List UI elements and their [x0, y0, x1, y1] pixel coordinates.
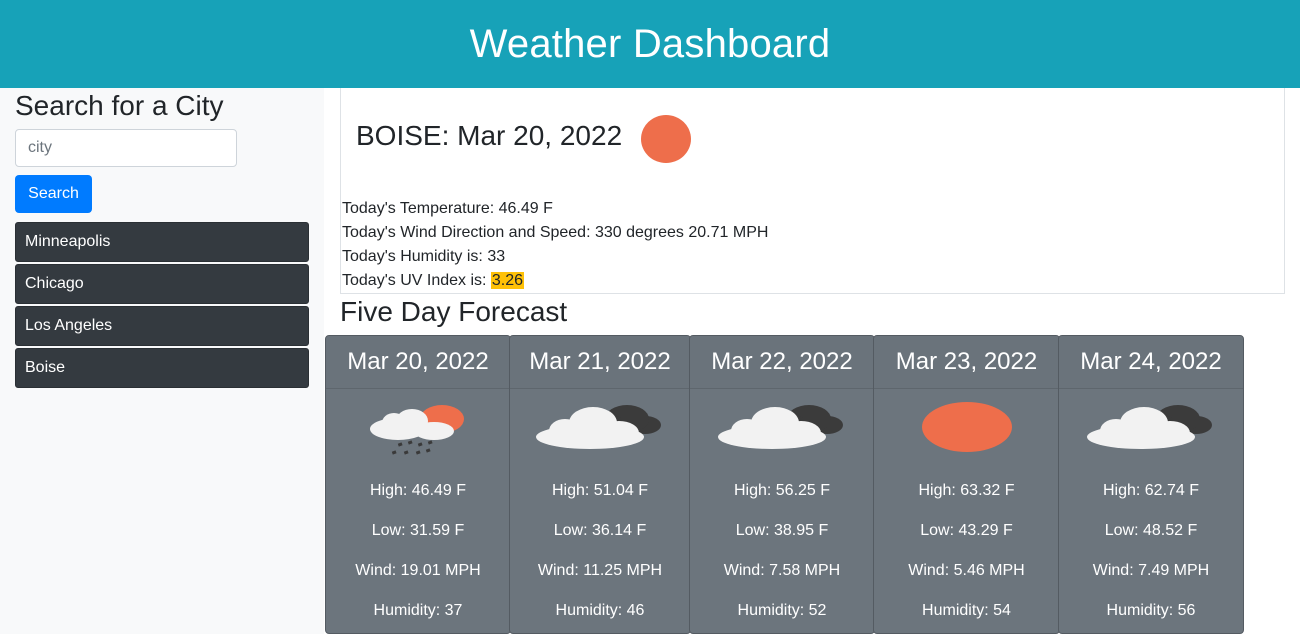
- current-city-title: BOISE: Mar 20, 2022: [356, 120, 623, 151]
- sidebar: Search for a City Search Minneapolis Chi…: [0, 88, 324, 634]
- forecast-wind: Wind: 11.25 MPH: [537, 562, 663, 579]
- current-temperature: Today's Temperature: 46.49 F: [342, 200, 553, 217]
- page-title: Weather Dashboard: [469, 21, 831, 66]
- forecast-low: Low: 36.14 F: [553, 522, 647, 539]
- uv-index-badge: 3.26: [490, 272, 525, 289]
- forecast-card: Mar 20, 2022 High: 46.49 F Low: 31.59 F …: [325, 335, 511, 634]
- forecast-humidity: Humidity: 52: [737, 602, 827, 619]
- forecast-low: Low: 38.95 F: [735, 522, 829, 539]
- search-heading: Search for a City: [15, 90, 224, 121]
- forecast-low: Low: 43.29 F: [920, 522, 1013, 539]
- forecast-card: Mar 21, 2022 High: 51.04 F Low: 36.14 F …: [509, 335, 691, 634]
- city-button-minneapolis[interactable]: Minneapolis: [15, 222, 309, 262]
- forecast-low: Low: 31.59 F: [371, 522, 465, 539]
- rain-sun-icon: [370, 405, 464, 455]
- current-uv: Today's UV Index is: 3.26: [342, 272, 525, 290]
- forecast-humidity: Humidity: 54: [922, 602, 1011, 619]
- forecast-title: Five Day Forecast: [340, 296, 568, 327]
- forecast-card: Mar 23, 2022 High: 63.32 F Low: 43.29 F …: [873, 335, 1060, 634]
- clouds-icon: [536, 405, 661, 449]
- forecast-date: Mar 21, 2022: [510, 336, 690, 389]
- forecast-humidity: Humidity: 46: [555, 602, 645, 619]
- forecast-date: Mar 23, 2022: [874, 336, 1059, 389]
- sun-icon: [921, 402, 1012, 452]
- forecast-card: Mar 24, 2022 High: 62.74 F Low: 48.52 F …: [1058, 335, 1244, 634]
- sun-icon: [641, 115, 691, 163]
- city-button-los-angeles[interactable]: Los Angeles: [15, 306, 309, 346]
- clouds-icon: [718, 405, 843, 449]
- forecast-wind: Wind: 5.46 MPH: [908, 562, 1025, 579]
- forecast-wind: Wind: 7.49 MPH: [1092, 562, 1210, 579]
- forecast-humidity: Humidity: 37: [373, 602, 463, 619]
- forecast-wind: Wind: 7.58 MPH: [723, 562, 841, 579]
- forecast-date: Mar 22, 2022: [690, 336, 874, 389]
- forecast-low: Low: 48.52 F: [1104, 522, 1198, 539]
- forecast-humidity: Humidity: 56: [1106, 602, 1196, 619]
- forecast-card: Mar 22, 2022 High: 56.25 F Low: 38.95 F …: [689, 335, 875, 634]
- uv-label: Today's UV Index is:: [342, 272, 491, 289]
- city-button-chicago[interactable]: Chicago: [15, 264, 309, 304]
- forecast-high: High: 46.49 F: [369, 482, 467, 499]
- forecast-date: Mar 20, 2022: [326, 336, 510, 389]
- city-history-list: Minneapolis Chicago Los Angeles Boise: [15, 222, 309, 390]
- city-search-input[interactable]: [15, 129, 237, 167]
- current-humidity: Today's Humidity is: 33: [342, 248, 506, 265]
- app-header: Weather Dashboard: [0, 0, 1300, 88]
- search-button[interactable]: Search: [15, 175, 92, 213]
- city-button-boise[interactable]: Boise: [15, 348, 309, 388]
- forecast-high: High: 62.74 F: [1102, 482, 1200, 499]
- clouds-icon: [1087, 405, 1212, 449]
- current-wind: Today's Wind Direction and Speed: 330 de…: [342, 224, 769, 241]
- forecast-high: High: 51.04 F: [551, 482, 649, 499]
- forecast-wind: Wind: 19.01 MPH: [355, 562, 481, 579]
- forecast-high: High: 56.25 F: [733, 482, 831, 499]
- current-weather-panel: BOISE: Mar 20, 2022 Today's Temperature:…: [340, 88, 1285, 294]
- forecast-high: High: 63.32 F: [918, 482, 1015, 499]
- forecast-date: Mar 24, 2022: [1059, 336, 1243, 389]
